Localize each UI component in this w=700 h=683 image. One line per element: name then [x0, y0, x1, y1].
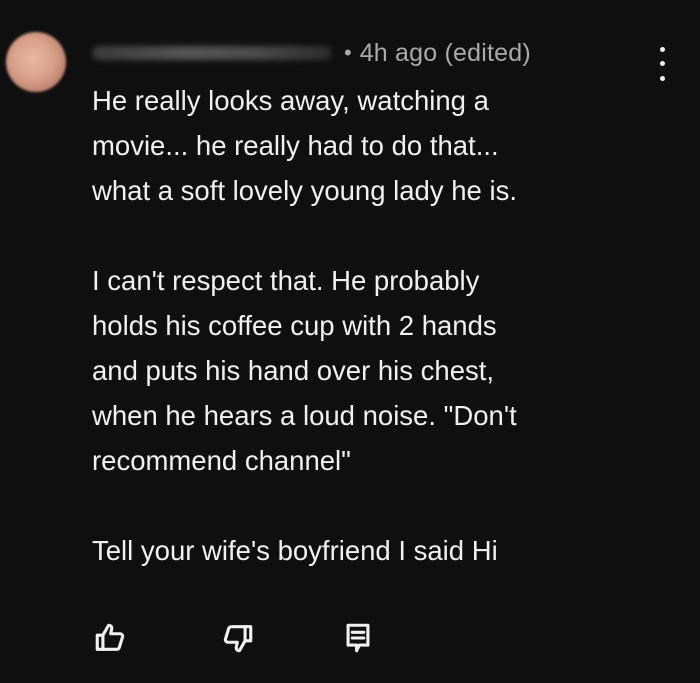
avatar[interactable]: [6, 32, 66, 92]
more-dot: [659, 76, 665, 82]
separator-dot: •: [344, 40, 352, 65]
comment-line: movie... he really had to do that...: [92, 130, 499, 161]
timestamp[interactable]: 4h ago (edited): [360, 39, 531, 68]
comment-thread: • 4h ago (edited) He really looks away, …: [0, 0, 700, 683]
more-dot: [659, 61, 665, 67]
reply-icon: [346, 623, 370, 653]
comment-header: • 4h ago (edited): [92, 36, 531, 70]
thumbs-down-icon: [223, 625, 253, 653]
comment-line: holds his coffee cup with 2 hands: [92, 310, 497, 341]
comment-line: when he hears a loud noise. "Don't: [92, 400, 517, 431]
more-dot: [659, 46, 665, 52]
reply-button[interactable]: [338, 618, 378, 658]
more-vertical-icon[interactable]: [648, 42, 676, 86]
comment-line: what a soft lovely young lady he is.: [92, 175, 517, 206]
comment-line: He really looks away, watching a: [92, 85, 489, 116]
comment-line: recommend channel": [92, 445, 351, 476]
dislike-button[interactable]: [218, 618, 258, 658]
thumbs-up-icon: [95, 623, 125, 651]
comment-line: and puts his hand over his chest,: [92, 355, 495, 386]
comment-line: Tell your wife's boyfriend I said Hi: [92, 535, 498, 566]
author-name-redacted[interactable]: [92, 46, 332, 60]
comment-body: He really looks away, watching a movie..…: [92, 78, 652, 573]
like-button[interactable]: [90, 618, 130, 658]
comment-actions: [90, 618, 490, 658]
comment-line: I can't respect that. He probably: [92, 265, 480, 296]
